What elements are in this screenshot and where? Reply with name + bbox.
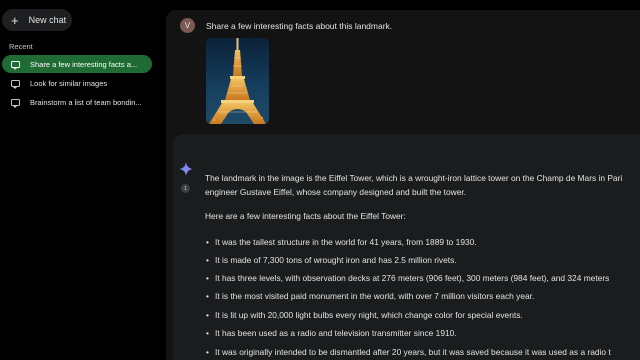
history-item-active[interactable]: Share a few interesting facts a... (2, 55, 152, 73)
user-avatar: V (180, 18, 195, 33)
fact-list-item: It has been used as a radio and televisi… (206, 328, 457, 338)
history-item[interactable]: Brainstorm a list of team bondin... (2, 93, 152, 111)
history-item-label: Brainstorm a list of team bondin... (30, 97, 142, 107)
user-prompt-text: Share a few interesting facts about this… (206, 20, 393, 31)
fact-list-item: It is lit up with 20,000 light bulbs eve… (206, 310, 523, 320)
new-chat-button[interactable]: + New chat (2, 9, 72, 31)
fact-list-item: It is made of 7,300 tons of wrought iron… (206, 255, 457, 265)
assistant-response-panel: 1 The landmark in the image is the Eiffe… (173, 134, 640, 360)
recent-heading: Recent (9, 42, 33, 51)
history-item-label: Share a few interesting facts a... (30, 59, 138, 69)
plus-icon: + (11, 12, 19, 28)
chat-bubble-icon (11, 60, 20, 70)
user-message: V Share a few interesting facts about th… (180, 18, 392, 33)
new-chat-label: New chat (28, 15, 67, 25)
fact-list-item: It has three levels, with observation de… (206, 273, 609, 283)
chat-bubble-icon (11, 79, 20, 89)
answer-intro-line: The landmark in the image is the Eiffel … (205, 173, 623, 183)
chat-main-area: V Share a few interesting facts about th… (166, 10, 640, 360)
history-item-label: Look for similar images (30, 78, 108, 88)
source-count-badge[interactable]: 1 (181, 184, 190, 193)
fact-list-item: It is the most visited paid monument in … (206, 291, 534, 301)
history-item[interactable]: Look for similar images (2, 74, 152, 92)
fact-list-item: It was originally intended to be dismant… (206, 347, 611, 357)
facts-intro: Here are a few interesting facts about t… (205, 211, 406, 221)
answer-intro-line: engineer Gustave Eiffel, whose company d… (205, 187, 467, 197)
chat-bubble-icon (11, 98, 20, 108)
fact-list-item: It was the tallest structure in the worl… (206, 237, 477, 247)
sidebar: + New chat Recent Share a few interestin… (0, 0, 166, 360)
eiffel-tower-image[interactable] (206, 38, 269, 124)
sparkle-icon (179, 162, 193, 176)
